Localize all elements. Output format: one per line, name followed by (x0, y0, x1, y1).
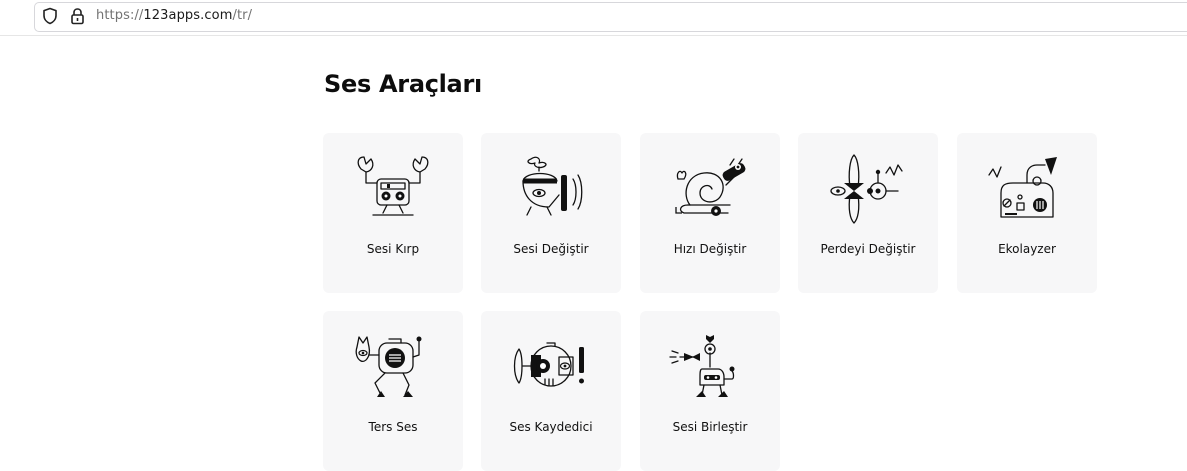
tool-card-equalizer[interactable]: Ekolayzer (957, 133, 1097, 293)
tracking-shield-icon[interactable] (42, 7, 58, 25)
tool-label: Ekolayzer (998, 242, 1056, 256)
propeller-robot-icon (522, 156, 583, 216)
url-path: /tr/ (232, 8, 253, 23)
walking-robot-icon (355, 336, 422, 397)
tool-label: Sesi Kırp (366, 242, 420, 256)
browser-toolbar: https://123apps.com/tr/ (0, 0, 1187, 36)
tool-card-change-pitch[interactable]: Perdeyi Değiştir (798, 133, 938, 293)
tool-card-voice-recorder[interactable]: Ses Kaydedici (481, 311, 621, 471)
url-scheme: https:// (96, 8, 144, 23)
crab-robot-icon (357, 156, 429, 216)
page-title: Ses Araçları (324, 70, 482, 98)
camel-robot-icon (669, 335, 735, 397)
tool-card-cut-audio[interactable]: Sesi Kırp (323, 133, 463, 293)
gramophone-robot-icon (988, 157, 1057, 218)
url-host: 123apps.com (143, 8, 233, 23)
tool-label: Sesi Değiştir (513, 242, 589, 256)
tool-card-merge-audio[interactable]: Sesi Birleştir (640, 311, 780, 471)
url-text[interactable]: https://123apps.com/tr/ (96, 8, 252, 23)
snail-robot-icon (675, 158, 746, 216)
lock-icon[interactable] (70, 7, 85, 25)
tool-label: Hızı Değiştir (673, 242, 747, 256)
tool-card-reverse-audio[interactable]: Ters Ses (323, 311, 463, 471)
tool-label: Perdeyi Değiştir (820, 242, 916, 256)
tool-label: Ters Ses (368, 420, 418, 434)
dragonfly-robot-icon (830, 154, 903, 224)
fish-robot-icon (513, 342, 584, 387)
tool-card-change-audio[interactable]: Sesi Değiştir (481, 133, 621, 293)
tool-label: Ses Kaydedici (509, 420, 593, 434)
tool-label: Sesi Birleştir (672, 420, 748, 434)
tool-card-change-speed[interactable]: Hızı Değiştir (640, 133, 780, 293)
